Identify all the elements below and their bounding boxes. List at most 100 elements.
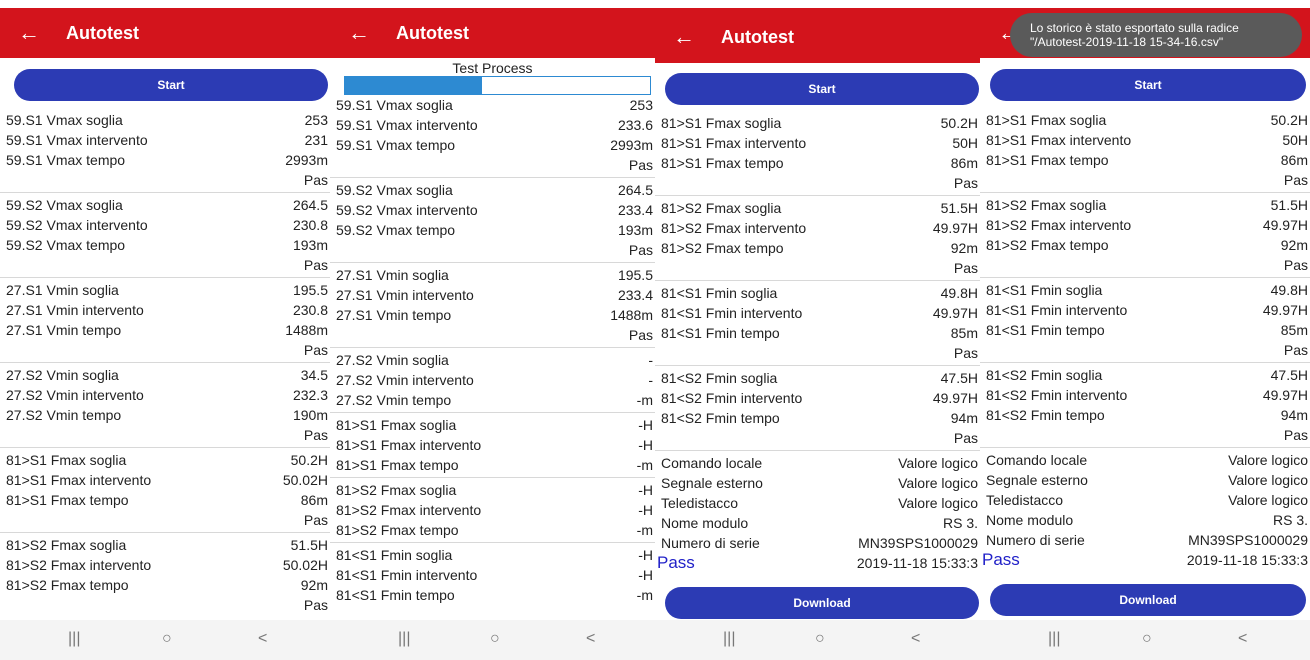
result-value: 49.8H xyxy=(1270,282,1308,298)
result-row: 81<S1 Fmin tempo 85m xyxy=(655,323,980,343)
recents-icon[interactable]: ||| xyxy=(68,630,80,648)
result-value: 2019-11-18 15:33:3 xyxy=(856,555,978,571)
result-row: Numero di serie MN39SPS1000029 xyxy=(655,533,980,553)
result-value: 94m xyxy=(950,410,978,426)
nav-bar: ||| ○ < xyxy=(980,620,1310,660)
result-label: 27.S2 Vmin intervento xyxy=(336,372,474,388)
group-divider xyxy=(980,447,1310,448)
result-row: Teledistacco Valore logico xyxy=(655,493,980,513)
result-label: 27.S2 Vmin tempo xyxy=(336,392,452,408)
result-value: Pas xyxy=(1283,342,1308,358)
result-value: 50H xyxy=(1282,132,1308,148)
result-row: Pas xyxy=(655,343,980,363)
result-row: 59.S1 Vmax tempo 2993m xyxy=(330,135,655,155)
result-row: 2019-11-18 15:33:3 xyxy=(980,550,1310,570)
result-label: 27.S1 Vmin soglia xyxy=(336,267,449,283)
result-row: 81<S2 Fmin tempo 94m xyxy=(655,408,980,428)
result-value: Valore logico xyxy=(1228,472,1308,488)
result-value: -H xyxy=(638,567,653,583)
result-label: Teledistacco xyxy=(986,492,1064,508)
group-divider xyxy=(330,412,655,413)
result-value: 1488m xyxy=(610,307,653,323)
result-label: 81>S1 Fmax soglia xyxy=(6,452,127,468)
home-icon[interactable]: ○ xyxy=(1142,630,1152,648)
result-row: 27.S1 Vmin soglia 195.5 xyxy=(0,280,330,300)
result-label: 81>S2 Fmax tempo xyxy=(336,522,459,538)
result-label: 81<S2 Fmin intervento xyxy=(986,387,1128,403)
recents-icon[interactable]: ||| xyxy=(1048,630,1060,648)
result-row: 59.S2 Vmax tempo 193m xyxy=(0,235,330,255)
back-icon[interactable]: < xyxy=(911,630,920,648)
result-value: MN39SPS1000029 xyxy=(858,535,978,551)
result-value: 47.5H xyxy=(940,370,978,386)
result-label: Comando locale xyxy=(661,455,763,471)
result-value: 51.5H xyxy=(290,537,328,553)
group-divider xyxy=(655,195,980,196)
result-value: Pas xyxy=(953,345,978,361)
back-icon[interactable]: < xyxy=(258,630,267,648)
result-label: 81>S2 Fmax soglia xyxy=(661,200,782,216)
result-label: 59.S2 Vmax tempo xyxy=(336,222,456,238)
result-label: 27.S1 Vmin tempo xyxy=(6,322,122,338)
result-row: Segnale esterno Valore logico xyxy=(655,473,980,493)
result-value: -H xyxy=(638,502,653,518)
group-divider xyxy=(655,450,980,451)
result-value: 253 xyxy=(304,112,328,128)
screen-3: ← Autotest Start 81>S1 Fmax soglia 50.2H 8… xyxy=(655,0,980,660)
result-row: 81>S2 Fmax soglia 51.5H xyxy=(980,195,1310,215)
results-list: 81>S1 Fmax soglia 50.2H 81>S1 Fmax interve… xyxy=(655,0,980,660)
result-value: 264.5 xyxy=(292,197,328,213)
result-value: 85m xyxy=(1280,322,1308,338)
home-icon[interactable]: ○ xyxy=(490,630,500,648)
result-row: 59.S1 Vmax tempo 2993m xyxy=(0,150,330,170)
result-value: Pas xyxy=(303,512,328,528)
result-row: Pas xyxy=(0,170,330,190)
home-icon[interactable]: ○ xyxy=(815,630,825,648)
result-row: Pas xyxy=(980,170,1310,190)
result-row: 27.S1 Vmin tempo 1488m xyxy=(0,320,330,340)
result-value: 49.97H xyxy=(932,220,978,236)
result-value: 49.97H xyxy=(932,305,978,321)
result-value: Valore logico xyxy=(898,455,978,471)
screen-1: ← Autotest Start 59.S1 Vmax soglia 253 59.… xyxy=(0,0,330,660)
download-button[interactable]: Download xyxy=(665,587,979,619)
result-value: Pas xyxy=(303,342,328,358)
recents-icon[interactable]: ||| xyxy=(398,630,410,648)
result-value: 50.02H xyxy=(282,557,328,573)
result-label: 81<S1 Fmin intervento xyxy=(661,305,803,321)
result-value: 50H xyxy=(952,135,978,151)
result-value: 253 xyxy=(629,97,653,113)
result-label: Teledistacco xyxy=(661,495,739,511)
result-label: 59.S2 Vmax tempo xyxy=(6,237,126,253)
result-row: Teledistacco Valore logico xyxy=(980,490,1310,510)
recents-icon[interactable]: ||| xyxy=(723,630,735,648)
result-label: 81<S2 Fmin soglia xyxy=(661,370,778,386)
result-value: - xyxy=(648,372,653,388)
result-row: Comando locale Valore logico xyxy=(655,453,980,473)
result-label: 59.S1 Vmax intervento xyxy=(336,117,478,133)
result-row: 27.S2 Vmin tempo -m xyxy=(330,390,655,410)
result-label: 81<S1 Fmin soglia xyxy=(336,547,453,563)
result-value: 230.8 xyxy=(292,302,328,318)
result-label: 81>S2 Fmax soglia xyxy=(336,482,457,498)
result-row: 81>S2 Fmax tempo -m xyxy=(330,520,655,540)
result-label: 59.S1 Vmax tempo xyxy=(336,137,456,153)
result-label: 27.S2 Vmin tempo xyxy=(6,407,122,423)
result-value: 49.97H xyxy=(1262,302,1308,318)
result-row: Pas xyxy=(330,155,655,175)
result-row: 81<S2 Fmin soglia 47.5H xyxy=(655,368,980,388)
result-value: -H xyxy=(638,547,653,563)
result-label: Numero di serie xyxy=(986,532,1085,548)
result-row: 81>S1 Fmax soglia 50.2H xyxy=(0,450,330,470)
result-label: 81>S1 Fmax soglia xyxy=(336,417,457,433)
download-button[interactable]: Download xyxy=(990,584,1306,616)
result-row: 59.S1 Vmax intervento 231 xyxy=(0,130,330,150)
back-icon[interactable]: < xyxy=(1238,630,1247,648)
back-icon[interactable]: < xyxy=(586,630,595,648)
group-divider xyxy=(0,362,330,363)
pass-status: Pass xyxy=(657,553,695,572)
result-row: Nome modulo RS 3. xyxy=(655,513,980,533)
result-row: Comando locale Valore logico xyxy=(980,450,1310,470)
home-icon[interactable]: ○ xyxy=(162,630,172,648)
result-label: 81<S2 Fmin tempo xyxy=(986,407,1105,423)
